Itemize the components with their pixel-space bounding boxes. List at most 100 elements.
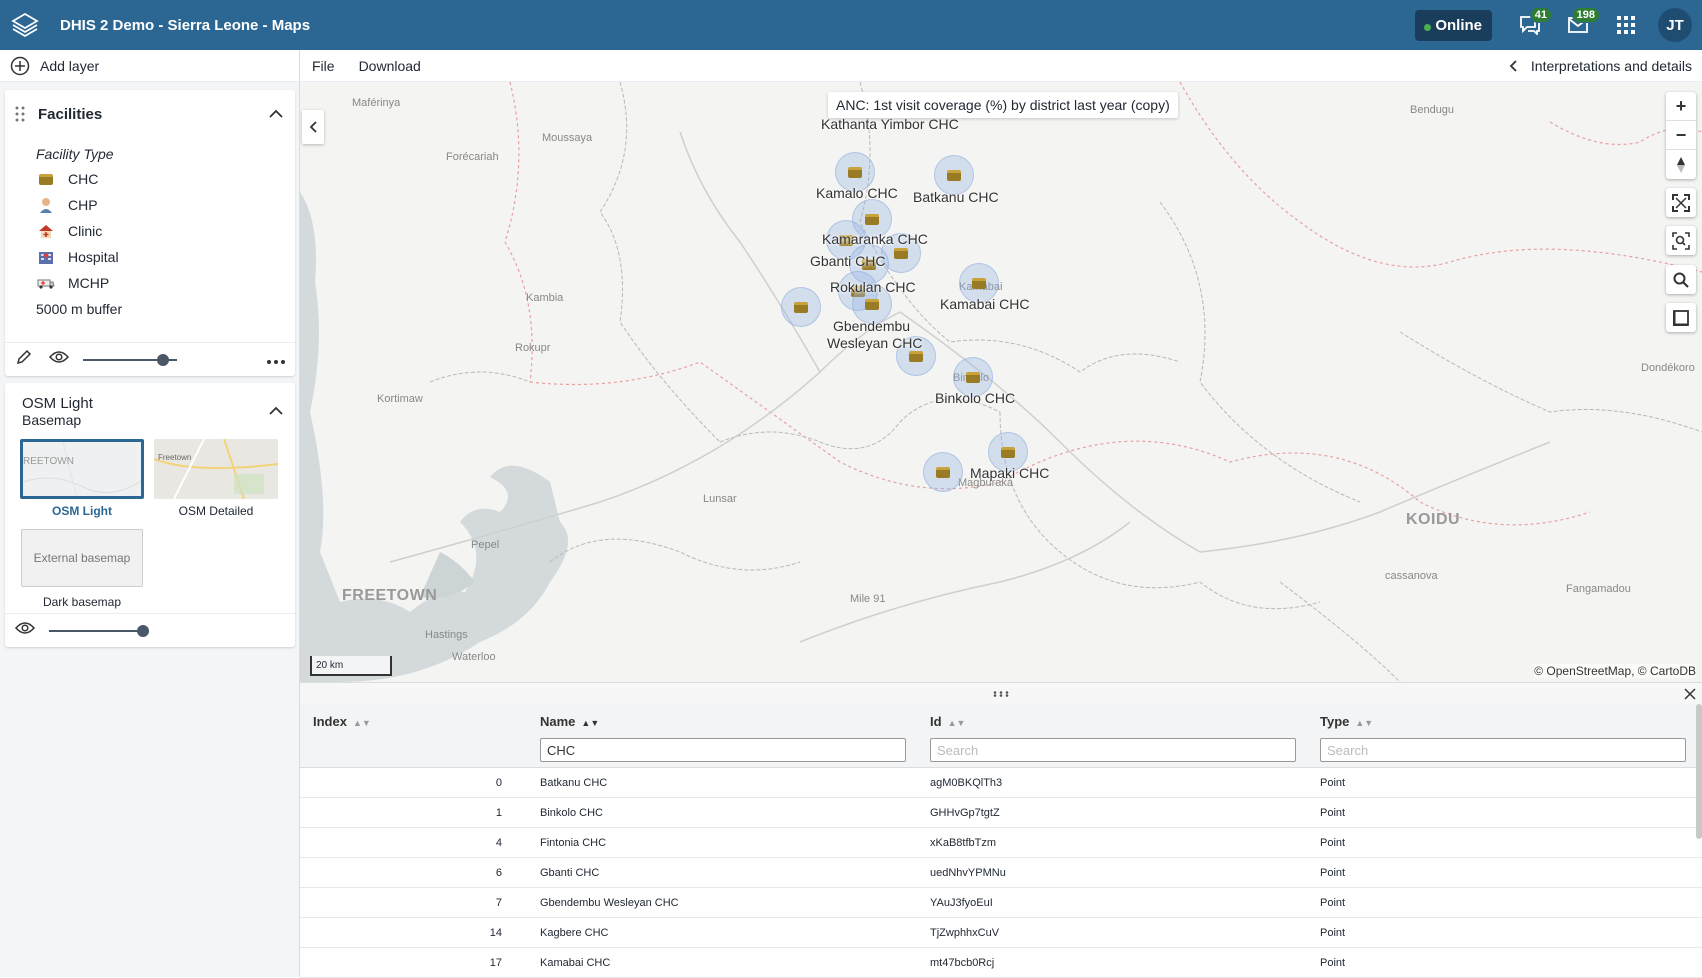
search-control bbox=[1666, 265, 1696, 294]
reset-bearing-button[interactable] bbox=[1666, 150, 1696, 179]
drag-handle-icon[interactable] bbox=[15, 106, 25, 127]
online-status-badge[interactable]: Online bbox=[1415, 9, 1492, 41]
map-title: ANC: 1st visit coverage (%) by district … bbox=[828, 92, 1178, 118]
add-layer-button[interactable]: Add layer bbox=[0, 50, 299, 82]
column-header-type[interactable]: Type ▲▼ bbox=[1320, 714, 1373, 729]
basemap-option-label[interactable]: OSM Detailed bbox=[151, 504, 281, 518]
name-filter-input[interactable] bbox=[540, 738, 906, 762]
messages-button[interactable]: 198 bbox=[1554, 0, 1602, 50]
id-filter-input[interactable] bbox=[930, 738, 1296, 762]
map-canvas[interactable]: Maférinya Moussaya Forécariah Kambia Rok… bbox=[300, 82, 1702, 682]
interpretations-label: Interpretations and details bbox=[1530, 58, 1692, 74]
clinic-icon bbox=[36, 224, 56, 238]
app-title: DHIS 2 Demo - Sierra Leone - Maps bbox=[60, 16, 311, 34]
place-label: Moussaya bbox=[542, 132, 593, 144]
more-options-icon[interactable] bbox=[267, 351, 285, 369]
basemap-toolbar bbox=[5, 613, 295, 647]
table-scrollbar[interactable] bbox=[1696, 704, 1702, 839]
collapse-sidebar-button[interactable] bbox=[302, 110, 324, 144]
interpretations-toggle[interactable]: Interpretations and details bbox=[1509, 50, 1692, 82]
cell-type: Point bbox=[1320, 807, 1346, 819]
cell-index: 1 bbox=[495, 807, 502, 819]
apps-menu-button[interactable] bbox=[1602, 0, 1650, 50]
file-menu[interactable]: File bbox=[300, 58, 347, 74]
basemap-opacity-slider[interactable] bbox=[49, 624, 149, 637]
table-row[interactable]: 1 Binkolo CHC GHHvGp7tgtZ Point bbox=[300, 798, 1702, 828]
close-table-button[interactable] bbox=[1684, 687, 1696, 705]
search-button[interactable] bbox=[1666, 265, 1696, 294]
download-menu[interactable]: Download bbox=[347, 58, 433, 74]
sort-icon[interactable]: ▲▼ bbox=[353, 718, 371, 728]
basemap-option-label[interactable]: Dark basemap bbox=[17, 595, 147, 609]
chc-icon bbox=[865, 213, 879, 225]
edit-pencil-icon[interactable] bbox=[15, 348, 33, 371]
layers-sidebar: Add layer Facilities Facility Type CHC C… bbox=[0, 50, 300, 977]
visibility-eye-icon[interactable] bbox=[14, 621, 36, 640]
table-resize-handle[interactable] bbox=[300, 682, 1702, 704]
chc-icon bbox=[865, 298, 879, 310]
fullscreen-button[interactable] bbox=[1666, 188, 1696, 217]
user-avatar[interactable]: JT bbox=[1658, 8, 1692, 42]
facility-label: Rokulan CHC bbox=[830, 279, 916, 295]
legend-item-hospital: Hospital bbox=[36, 244, 276, 270]
cell-type: Point bbox=[1320, 777, 1346, 789]
dhis2-logo-icon[interactable] bbox=[0, 0, 50, 50]
table-row[interactable]: 7 Gbendembu Wesleyan CHC YAuJ3fyoEuI Point bbox=[300, 888, 1702, 918]
sort-icon[interactable]: ▲▼ bbox=[581, 718, 599, 728]
interpretations-button[interactable]: 41 bbox=[1506, 0, 1554, 50]
table-row[interactable]: 6 Gbanti CHC uedNhvYPMNu Point bbox=[300, 858, 1702, 888]
apps-grid-icon bbox=[1617, 16, 1635, 34]
table-row[interactable]: 4 Fintonia CHC xKaB8tfbTzm Point bbox=[300, 828, 1702, 858]
fullscreen-control bbox=[1666, 188, 1696, 217]
table-row[interactable]: 17 Kamabai CHC mt47bcb0Rcj Point bbox=[300, 948, 1702, 978]
place-label: Kortimaw bbox=[377, 393, 423, 405]
column-label: Name bbox=[540, 714, 576, 729]
basemap-option-external[interactable]: External basemap bbox=[21, 529, 143, 587]
slider-handle[interactable] bbox=[156, 353, 169, 366]
table-header: Index ▲▼ Name ▲▼ Id ▲▼ Type ▲▼ bbox=[300, 704, 1702, 768]
cell-name: Binkolo CHC bbox=[540, 807, 603, 819]
column-header-index[interactable]: Index ▲▼ bbox=[313, 714, 371, 729]
facility-label: Kathanta Yimbor CHC bbox=[821, 116, 959, 132]
facility-marker[interactable] bbox=[781, 287, 821, 327]
zoom-to-content-button[interactable] bbox=[1666, 226, 1696, 255]
table-row[interactable]: 14 Kagbere CHC TjZwphhxCuV Point bbox=[300, 918, 1702, 948]
basemap-card: OSM Light Basemap REETOWN OSM Light Free… bbox=[5, 383, 295, 647]
plus-circle-icon bbox=[10, 56, 30, 75]
facilities-opacity-slider[interactable] bbox=[83, 353, 177, 366]
mchp-icon bbox=[36, 277, 56, 289]
slider-handle[interactable] bbox=[137, 624, 149, 637]
legend-item-mchp: MCHP bbox=[36, 270, 276, 296]
measure-button[interactable] bbox=[1666, 303, 1696, 332]
column-header-name[interactable]: Name ▲▼ bbox=[540, 714, 599, 729]
column-header-id[interactable]: Id ▲▼ bbox=[930, 714, 965, 729]
facility-marker[interactable] bbox=[923, 452, 963, 492]
visibility-eye-icon[interactable] bbox=[48, 350, 70, 369]
measure-control bbox=[1666, 303, 1696, 332]
thumb-text: Freetown bbox=[158, 453, 192, 462]
cell-name: Kamabai CHC bbox=[540, 957, 611, 969]
legend-item-chc: CHC bbox=[36, 166, 276, 192]
cell-index: 17 bbox=[489, 957, 502, 969]
zoom-in-button[interactable]: + bbox=[1666, 92, 1696, 121]
chc-icon bbox=[1001, 446, 1015, 458]
basemap-option-osm-detailed[interactable]: Freetown bbox=[154, 439, 278, 499]
cell-type: Point bbox=[1320, 837, 1346, 849]
chc-icon bbox=[794, 301, 808, 313]
basemap-option-osm-light[interactable]: REETOWN bbox=[20, 439, 144, 499]
chc-icon bbox=[966, 371, 980, 383]
sort-icon[interactable]: ▲▼ bbox=[1355, 718, 1373, 728]
table-row[interactable]: 0 Batkanu CHC agM0BKQlTh3 Point bbox=[300, 768, 1702, 798]
zoom-out-button[interactable]: − bbox=[1666, 121, 1696, 150]
place-label: FREETOWN bbox=[342, 587, 438, 604]
legend-label: Hospital bbox=[68, 249, 119, 265]
type-filter-input[interactable] bbox=[1320, 738, 1686, 762]
chc-icon bbox=[36, 173, 56, 185]
cell-name: Gbendembu Wesleyan CHC bbox=[540, 897, 679, 909]
collapse-chevron-up-icon[interactable] bbox=[269, 106, 283, 124]
add-layer-label: Add layer bbox=[40, 57, 100, 74]
legend-label: CHC bbox=[68, 171, 99, 187]
collapse-chevron-up-icon[interactable] bbox=[269, 403, 283, 421]
sort-icon[interactable]: ▲▼ bbox=[948, 718, 966, 728]
basemap-option-label[interactable]: OSM Light bbox=[17, 504, 147, 518]
